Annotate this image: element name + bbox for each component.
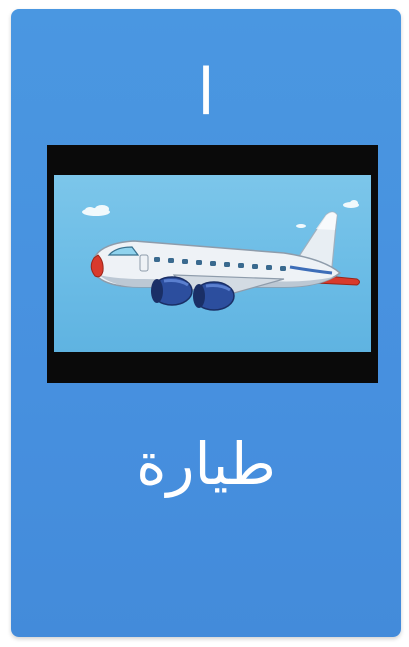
flashcard[interactable]: ا طيارة xyxy=(11,9,401,637)
cloud-icon xyxy=(82,205,110,216)
airplane-icon xyxy=(82,200,360,311)
airplane-illustration xyxy=(54,175,371,352)
image-frame xyxy=(47,145,378,383)
card-letter: ا xyxy=(197,56,215,130)
card-word: طيارة xyxy=(136,430,276,498)
